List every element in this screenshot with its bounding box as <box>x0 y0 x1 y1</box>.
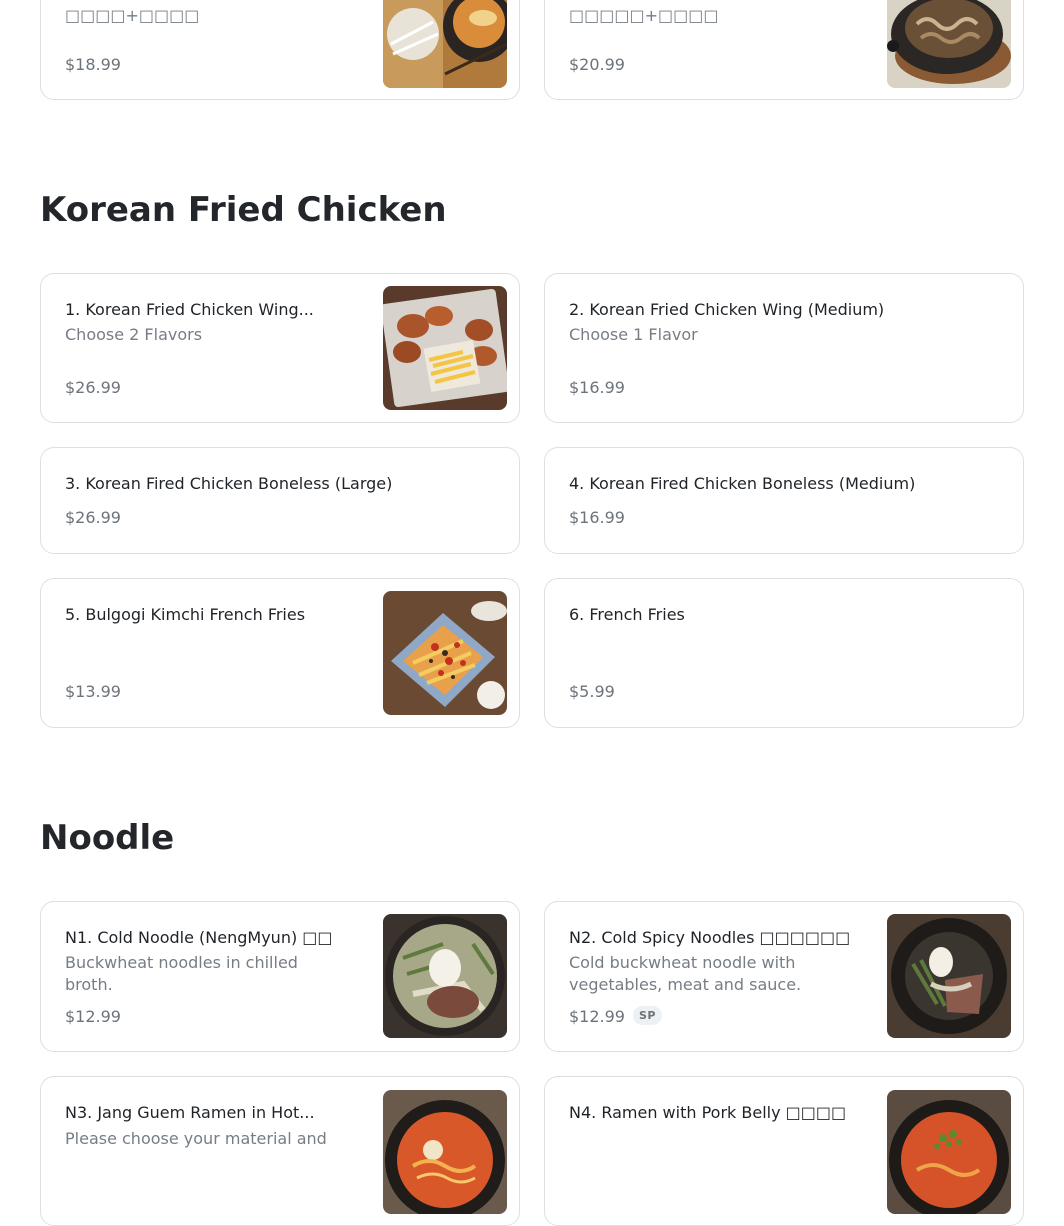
menu-item-card[interactable]: N1. Cold Noodle (NengMyun) □□ Buckwheat … <box>40 901 520 1052</box>
item-photo-chicken-wings <box>383 286 507 410</box>
menu-item-card[interactable]: 6. French Fries $5.99 <box>544 578 1024 728</box>
item-name: N2. Cold Spicy Noodles □□□□□□ <box>569 928 851 947</box>
item-photo-tofu-stew <box>383 0 507 88</box>
section-title-korean-fried-chicken: Korean Fried Chicken <box>40 190 447 230</box>
menu-item-card[interactable]: 3. Korean Fired Chicken Boneless (Large)… <box>40 447 520 554</box>
item-name: 6. French Fries <box>569 605 685 624</box>
item-price: $20.99 <box>569 55 625 74</box>
item-description: □□□□+□□□□ <box>65 6 200 25</box>
item-price: $16.99 <box>569 508 625 527</box>
item-description-line: Please choose your material and <box>65 1129 327 1148</box>
item-price: $5.99 <box>569 682 615 701</box>
menu-item-card[interactable]: 1. Korean Fried Chicken Wing... Choose 2… <box>40 273 520 423</box>
menu-item-card-top-left[interactable]: □□□□+□□□□ $18.99 <box>40 0 520 100</box>
item-name: 5. Bulgogi Kimchi French Fries <box>65 605 306 624</box>
item-price: $26.99 <box>65 508 121 527</box>
item-price: $18.99 <box>65 55 121 74</box>
menu-item-card-top-right[interactable]: □□□□□+□□□□ $20.99 <box>544 0 1024 100</box>
item-price: $13.99 <box>65 682 121 701</box>
item-photo-beef-skillet <box>887 0 1011 88</box>
item-description: Choose 1 Flavor <box>569 325 698 344</box>
item-name: 2. Korean Fried Chicken Wing (Medium) <box>569 300 885 319</box>
item-price: $26.99 <box>65 378 121 397</box>
menu-item-card[interactable]: N3. Jang Guem Ramen in Hot... Please cho… <box>40 1076 520 1226</box>
item-name: 3. Korean Fired Chicken Boneless (Large) <box>65 474 393 493</box>
item-name: N1. Cold Noodle (NengMyun) □□ <box>65 928 333 947</box>
item-name: 4. Korean Fired Chicken Boneless (Medium… <box>569 474 916 493</box>
item-name: N4. Ramen with Pork Belly □□□□ <box>569 1103 847 1122</box>
item-description-line: Buckwheat noodles in chilled <box>65 953 298 972</box>
item-name: N3. Jang Guem Ramen in Hot... <box>65 1103 315 1122</box>
item-description-line: vegetables, meat and sauce. <box>569 975 802 994</box>
item-photo-ramen-pork-belly <box>887 1090 1011 1214</box>
menu-item-card[interactable]: N4. Ramen with Pork Belly □□□□ <box>544 1076 1024 1226</box>
menu-item-card[interactable]: 4. Korean Fired Chicken Boneless (Medium… <box>544 447 1024 554</box>
menu-item-card[interactable]: 2. Korean Fried Chicken Wing (Medium) Ch… <box>544 273 1024 423</box>
item-description: □□□□□+□□□□ <box>569 6 719 25</box>
menu-item-card[interactable]: N2. Cold Spicy Noodles □□□□□□ Cold buckw… <box>544 901 1024 1052</box>
item-description-line: broth. <box>65 975 113 994</box>
item-description-line: Cold buckwheat noodle with <box>569 953 796 972</box>
item-description: Choose 2 Flavors <box>65 325 203 344</box>
item-price: $12.99 <box>569 1007 625 1026</box>
item-photo-cold-noodle <box>383 914 507 1038</box>
item-price: $12.99 <box>65 1007 121 1026</box>
section-title-noodle: Noodle <box>40 818 175 858</box>
item-photo-jang-guem-ramen <box>383 1090 507 1214</box>
spicy-badge: SP <box>633 1006 662 1025</box>
item-name: 1. Korean Fried Chicken Wing... <box>65 300 314 319</box>
item-photo-bulgogi-fries <box>383 591 507 715</box>
item-photo-cold-spicy-noodles <box>887 914 1011 1038</box>
menu-item-card[interactable]: 5. Bulgogi Kimchi French Fries $13.99 <box>40 578 520 728</box>
item-price: $16.99 <box>569 378 625 397</box>
